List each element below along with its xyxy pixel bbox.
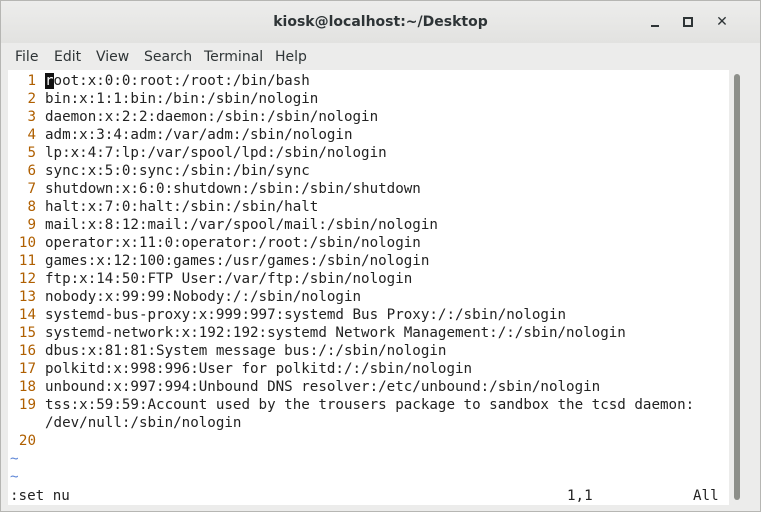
line-number: 20 (18, 433, 36, 449)
line-number: 12 (18, 271, 36, 287)
editor-line: 1 root:x:0:0:root:/root:/bin/bash (8, 72, 729, 90)
editor-line: 9 mail:x:8:12:mail:/var/spool/mail:/sbin/… (8, 216, 729, 234)
line-number: 19 (18, 397, 36, 413)
menu-bar: File Edit View Search Terminal Help (1, 44, 760, 70)
line-text: shutdown:x:6:0:shutdown:/sbin:/sbin/shut… (45, 181, 421, 197)
maximize-icon (683, 17, 693, 27)
menu-search[interactable]: Search (144, 49, 192, 65)
line-number: 18 (18, 379, 36, 395)
line-text: root:x:0:0:root:/root:/bin/bash (45, 72, 310, 90)
line-text-wrapped: /dev/null:/sbin/nologin (45, 415, 242, 431)
line-text: lp:x:4:7:lp:/var/spool/lpd:/sbin/nologin (45, 145, 387, 161)
title-bar[interactable]: kiosk@localhost:~/Desktop ✕ (1, 1, 760, 43)
cursor-position: 1,1 (567, 488, 593, 504)
vim-status-line: :set nu 1,1 All (8, 487, 729, 505)
line-number: 17 (18, 361, 36, 377)
line-number: 8 (27, 199, 36, 215)
line-number: 16 (18, 343, 36, 359)
text-cursor: r (45, 73, 54, 89)
line-number: 15 (18, 325, 36, 341)
line-text: halt:x:7:0:halt:/sbin:/sbin/halt (45, 199, 319, 215)
editor-line: 16 dbus:x:81:81:System message bus:/:/sbi… (8, 342, 729, 360)
line-number: 14 (18, 307, 36, 323)
line-text: adm:x:3:4:adm:/var/adm:/sbin/nologin (45, 127, 353, 143)
scrollbar-thumb[interactable] (734, 74, 740, 500)
minimize-button[interactable] (646, 13, 664, 31)
line-text: sync:x:5:0:sync:/sbin:/bin/sync (45, 163, 310, 179)
menu-view[interactable]: View (96, 49, 129, 65)
editor-line: 15 systemd-network:x:192:192:systemd Netw… (8, 324, 729, 342)
editor-line: 12 ftp:x:14:50:FTP User:/var/ftp:/sbin/no… (8, 270, 729, 288)
line-number: 6 (27, 163, 36, 179)
editor-line: 10 operator:x:11:0:operator:/root:/sbin/n… (8, 234, 729, 252)
close-button[interactable]: ✕ (713, 13, 731, 31)
terminal-area[interactable]: :set nu 1,1 All 1 root:x:0:0:root:/root:/… (8, 70, 729, 505)
line-text: systemd-network:x:192:192:systemd Networ… (45, 325, 626, 341)
line-number: 10 (18, 235, 36, 251)
line-text: operator:x:11:0:operator:/root:/sbin/nol… (45, 235, 421, 251)
tilde-marker: ~ (10, 469, 19, 485)
line-number: 7 (27, 181, 36, 197)
line-number: 13 (18, 289, 36, 305)
scrollbar[interactable] (731, 70, 743, 505)
editor-line: 13 nobody:x:99:99:Nobody:/:/sbin/nologin (8, 288, 729, 306)
line-number: 11 (18, 253, 36, 269)
command-line: :set nu (10, 488, 70, 504)
tilde-marker: ~ (10, 451, 19, 467)
menu-help[interactable]: Help (275, 49, 307, 65)
line-text: ftp:x:14:50:FTP User:/var/ftp:/sbin/nolo… (45, 271, 413, 287)
editor-line: 8 halt:x:7:0:halt:/sbin:/sbin/halt (8, 198, 729, 216)
line-text-rest: oot:x:0:0:root:/root:/bin/bash (53, 73, 310, 89)
editor-line: 17 polkitd:x:998:996:User for polkitd:/:/… (8, 360, 729, 378)
minimize-icon (651, 25, 659, 27)
editor-line: 7 shutdown:x:6:0:shutdown:/sbin:/sbin/shu… (8, 180, 729, 198)
line-text: games:x:12:100:games:/usr/games:/sbin/no… (45, 253, 430, 269)
editor-line: 18 unbound:x:997:994:Unbound DNS resolver… (8, 378, 729, 396)
editor-line: 14 systemd-bus-proxy:x:999:997:systemd Bu… (8, 306, 729, 324)
line-text: unbound:x:997:994:Unbound DNS resolver:/… (45, 379, 601, 395)
terminal-window: kiosk@localhost:~/Desktop ✕ File Edit Vi… (0, 0, 761, 512)
close-icon: ✕ (716, 14, 728, 30)
line-text: daemon:x:2:2:daemon:/sbin:/sbin/nologin (45, 109, 379, 125)
menu-file[interactable]: File (15, 49, 38, 65)
line-text: nobody:x:99:99:Nobody:/:/sbin/nologin (45, 289, 362, 305)
line-text: systemd-bus-proxy:x:999:997:systemd Bus … (45, 307, 567, 323)
line-text: polkitd:x:998:996:User for polkitd:/:/sb… (45, 361, 473, 377)
line-text: mail:x:8:12:mail:/var/spool/mail:/sbin/n… (45, 217, 438, 233)
line-text: bin:x:1:1:bin:/bin:/sbin/nologin (45, 91, 319, 107)
line-number: 3 (27, 109, 36, 125)
editor-line: 2 bin:x:1:1:bin:/bin:/sbin/nologin (8, 90, 729, 108)
editor-line: 19 tss:x:59:59:Account used by the trouse… (8, 396, 729, 414)
line-number: 2 (27, 91, 36, 107)
editor-line: 5 lp:x:4:7:lp:/var/spool/lpd:/sbin/nologi… (8, 144, 729, 162)
line-number: 9 (27, 217, 36, 233)
line-number: 1 (27, 73, 36, 89)
line-text: tss:x:59:59:Account used by the trousers… (45, 397, 695, 413)
editor-line: 6 sync:x:5:0:sync:/sbin:/bin/sync (8, 162, 729, 180)
menu-edit[interactable]: Edit (54, 49, 81, 65)
editor-line: 20 (8, 432, 729, 450)
line-number: 5 (27, 145, 36, 161)
editor-line: 3 daemon:x:2:2:daemon:/sbin:/sbin/nologin (8, 108, 729, 126)
editor-line: 4 adm:x:3:4:adm:/var/adm:/sbin/nologin (8, 126, 729, 144)
scroll-indicator: All (693, 488, 719, 504)
editor-line: 11 games:x:12:100:games:/usr/games:/sbin/… (8, 252, 729, 270)
line-text: dbus:x:81:81:System message bus:/:/sbin/… (45, 343, 447, 359)
line-number: 4 (27, 127, 36, 143)
menu-terminal[interactable]: Terminal (204, 49, 263, 65)
maximize-button[interactable] (678, 13, 696, 31)
